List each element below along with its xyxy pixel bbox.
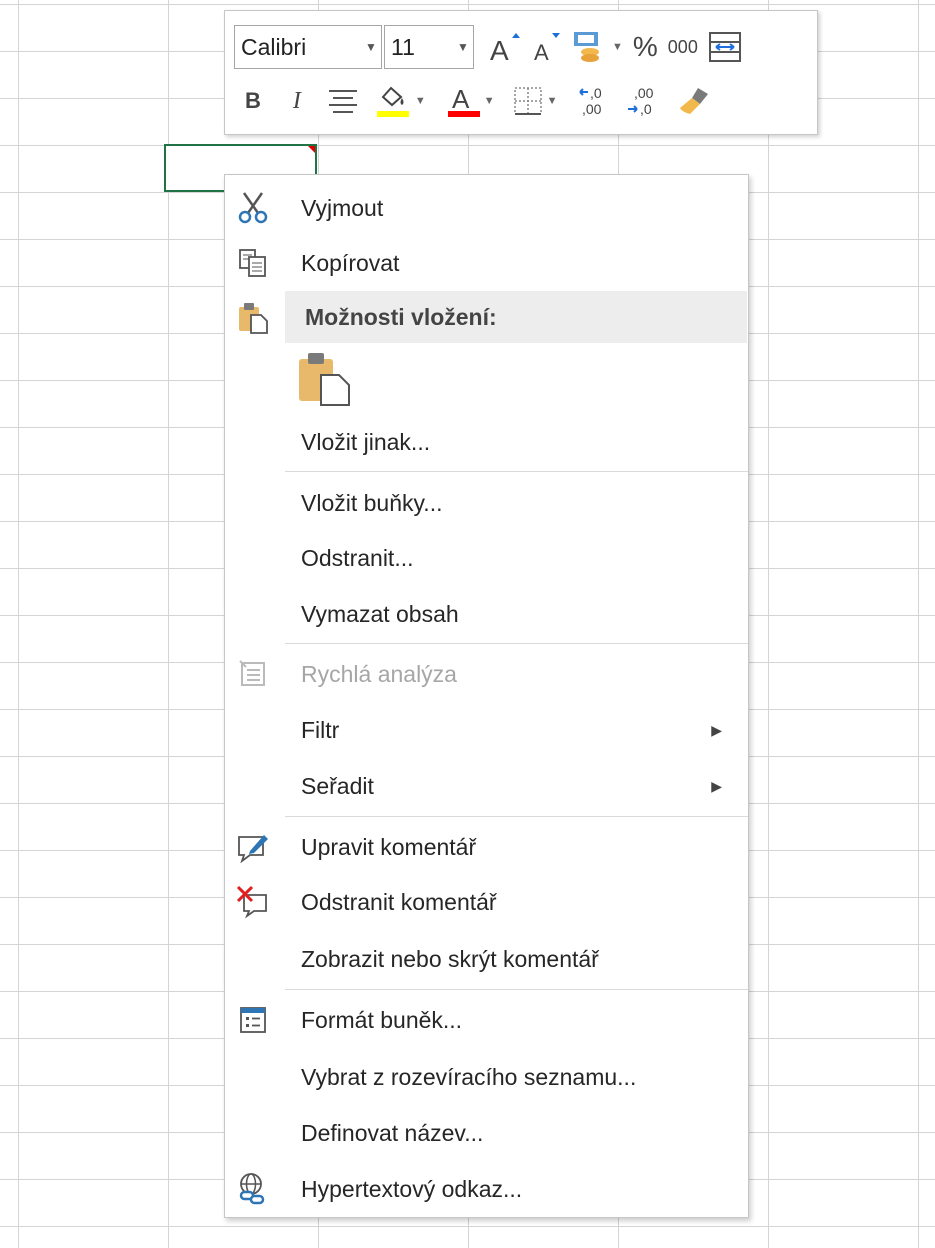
context-menu: Vyjmout Kopírovat Možnosti vložení: Vlož… bbox=[224, 174, 749, 1218]
format-painter-icon[interactable] bbox=[676, 79, 712, 123]
quick-analysis-icon bbox=[235, 656, 271, 692]
italic-button[interactable]: I bbox=[293, 79, 301, 123]
menu-item-pick-from-list[interactable]: Vybrat z rozevíracího seznamu... bbox=[225, 1052, 748, 1102]
menu-item-show-hide-comment[interactable]: Zobrazit nebo skrýt komentář bbox=[225, 934, 748, 984]
paste-option-button[interactable] bbox=[297, 351, 353, 407]
chevron-down-icon[interactable]: ▼ bbox=[415, 95, 426, 107]
menu-item-label: Definovat název... bbox=[301, 1119, 484, 1146]
menu-item-label: Vybrat z rozevíracího seznamu... bbox=[301, 1063, 637, 1090]
menu-item-label: Kopírovat bbox=[301, 249, 400, 276]
svg-text:A: A bbox=[490, 35, 509, 64]
fill-color-icon[interactable]: ▼ bbox=[375, 79, 426, 123]
svg-text:,00: ,00 bbox=[582, 101, 602, 117]
delete-comment-icon bbox=[235, 884, 271, 920]
menu-item-delete-comment[interactable]: Odstranit komentář bbox=[225, 877, 748, 927]
font-size-value: 11 bbox=[391, 33, 415, 60]
decrease-font-size-icon[interactable]: A bbox=[532, 25, 562, 69]
mini-toolbar-row-1: Calibri ▼ 11 ▼ A A ▼ % 000 bbox=[234, 21, 742, 73]
menu-item-label: Zobrazit nebo skrýt komentář bbox=[301, 945, 599, 972]
menu-separator bbox=[285, 816, 748, 817]
paste-options-header: Možnosti vložení: bbox=[285, 291, 747, 343]
chevron-down-icon[interactable]: ▼ bbox=[547, 95, 558, 107]
chevron-down-icon[interactable]: ▼ bbox=[484, 95, 495, 107]
svg-text:,00: ,00 bbox=[634, 85, 654, 101]
format-table-icon[interactable] bbox=[708, 25, 742, 69]
menu-item-insert-cells[interactable]: Vložit buňky... bbox=[225, 478, 748, 528]
submenu-arrow-icon: ▶ bbox=[711, 721, 722, 738]
accounting-format-icon[interactable]: ▼ bbox=[572, 25, 623, 69]
menu-item-clear-contents[interactable]: Vymazat obsah bbox=[225, 589, 748, 639]
menu-item-label: Upravit komentář bbox=[301, 833, 477, 860]
bold-button[interactable]: B bbox=[245, 79, 261, 123]
borders-icon[interactable]: ▼ bbox=[513, 79, 558, 123]
edit-comment-icon bbox=[235, 829, 271, 865]
paste-options-label: Možnosti vložení: bbox=[305, 303, 497, 330]
copy-icon bbox=[235, 245, 271, 281]
svg-text:A: A bbox=[452, 84, 470, 114]
paste-icon bbox=[297, 353, 353, 411]
chevron-down-icon[interactable]: ▼ bbox=[453, 40, 473, 54]
comment-indicator-icon bbox=[308, 146, 315, 153]
align-center-icon[interactable] bbox=[327, 79, 359, 123]
menu-item-label: Hypertextový odkaz... bbox=[301, 1175, 523, 1202]
increase-decimal-icon[interactable]: ,0,00 bbox=[578, 79, 616, 123]
svg-text:A: A bbox=[534, 40, 549, 64]
svg-text:,0: ,0 bbox=[590, 85, 602, 101]
paste-icon bbox=[235, 300, 271, 336]
menu-item-quick-analysis[interactable]: Rychlá analýza bbox=[225, 649, 748, 699]
menu-item-label: Odstranit... bbox=[301, 544, 414, 571]
menu-item-label: Filtr bbox=[301, 716, 340, 743]
percent-style-button[interactable]: % bbox=[633, 25, 658, 69]
format-cells-icon bbox=[235, 1002, 271, 1038]
menu-item-label: Vyjmout bbox=[301, 194, 384, 221]
menu-item-delete[interactable]: Odstranit... bbox=[225, 533, 748, 583]
menu-item-sort[interactable]: Seřadit ▶ bbox=[225, 761, 748, 811]
comma-style-button[interactable]: 000 bbox=[668, 25, 698, 69]
chevron-down-icon[interactable]: ▼ bbox=[612, 41, 623, 53]
menu-item-label: Vymazat obsah bbox=[301, 600, 459, 627]
menu-item-label: Vložit jinak... bbox=[301, 428, 431, 455]
menu-separator bbox=[285, 643, 748, 644]
increase-font-size-icon[interactable]: A bbox=[488, 25, 522, 69]
decrease-decimal-icon[interactable]: ,00,0 bbox=[626, 79, 664, 123]
scissors-icon bbox=[235, 190, 271, 226]
font-color-icon[interactable]: A ▼ bbox=[447, 79, 495, 123]
submenu-arrow-icon: ▶ bbox=[711, 777, 722, 794]
menu-item-edit-comment[interactable]: Upravit komentář bbox=[225, 822, 748, 872]
menu-item-label: Formát buněk... bbox=[301, 1006, 463, 1033]
font-name-combo[interactable]: Calibri ▼ bbox=[234, 25, 382, 69]
hyperlink-icon bbox=[235, 1171, 271, 1207]
menu-item-label: Vložit buňky... bbox=[301, 489, 443, 516]
svg-text:,0: ,0 bbox=[640, 101, 652, 117]
menu-item-label: Odstranit komentář bbox=[301, 888, 497, 915]
font-name-value: Calibri bbox=[241, 33, 307, 60]
menu-item-define-name[interactable]: Definovat název... bbox=[225, 1108, 748, 1158]
menu-separator bbox=[285, 989, 748, 990]
menu-item-paste-special[interactable]: Vložit jinak... bbox=[225, 417, 748, 467]
menu-item-label: Rychlá analýza bbox=[301, 660, 457, 687]
mini-toolbar-row-2: B I ▼ A ▼ ▼ ,0,00 ,00,0 bbox=[239, 75, 712, 127]
chevron-down-icon[interactable]: ▼ bbox=[361, 40, 381, 54]
menu-item-hyperlink[interactable]: Hypertextový odkaz... bbox=[225, 1164, 748, 1214]
menu-item-cut[interactable]: Vyjmout bbox=[225, 183, 748, 233]
menu-item-label: Seřadit bbox=[301, 772, 374, 799]
mini-toolbar: Calibri ▼ 11 ▼ A A ▼ % 000 B I ▼ A ▼ ▼ ,… bbox=[224, 10, 818, 135]
menu-item-filter[interactable]: Filtr ▶ bbox=[225, 705, 748, 755]
menu-item-format-cells[interactable]: Formát buněk... bbox=[225, 995, 748, 1045]
menu-item-copy[interactable]: Kopírovat bbox=[225, 238, 748, 288]
menu-separator bbox=[285, 471, 748, 472]
font-size-combo[interactable]: 11 ▼ bbox=[384, 25, 474, 69]
